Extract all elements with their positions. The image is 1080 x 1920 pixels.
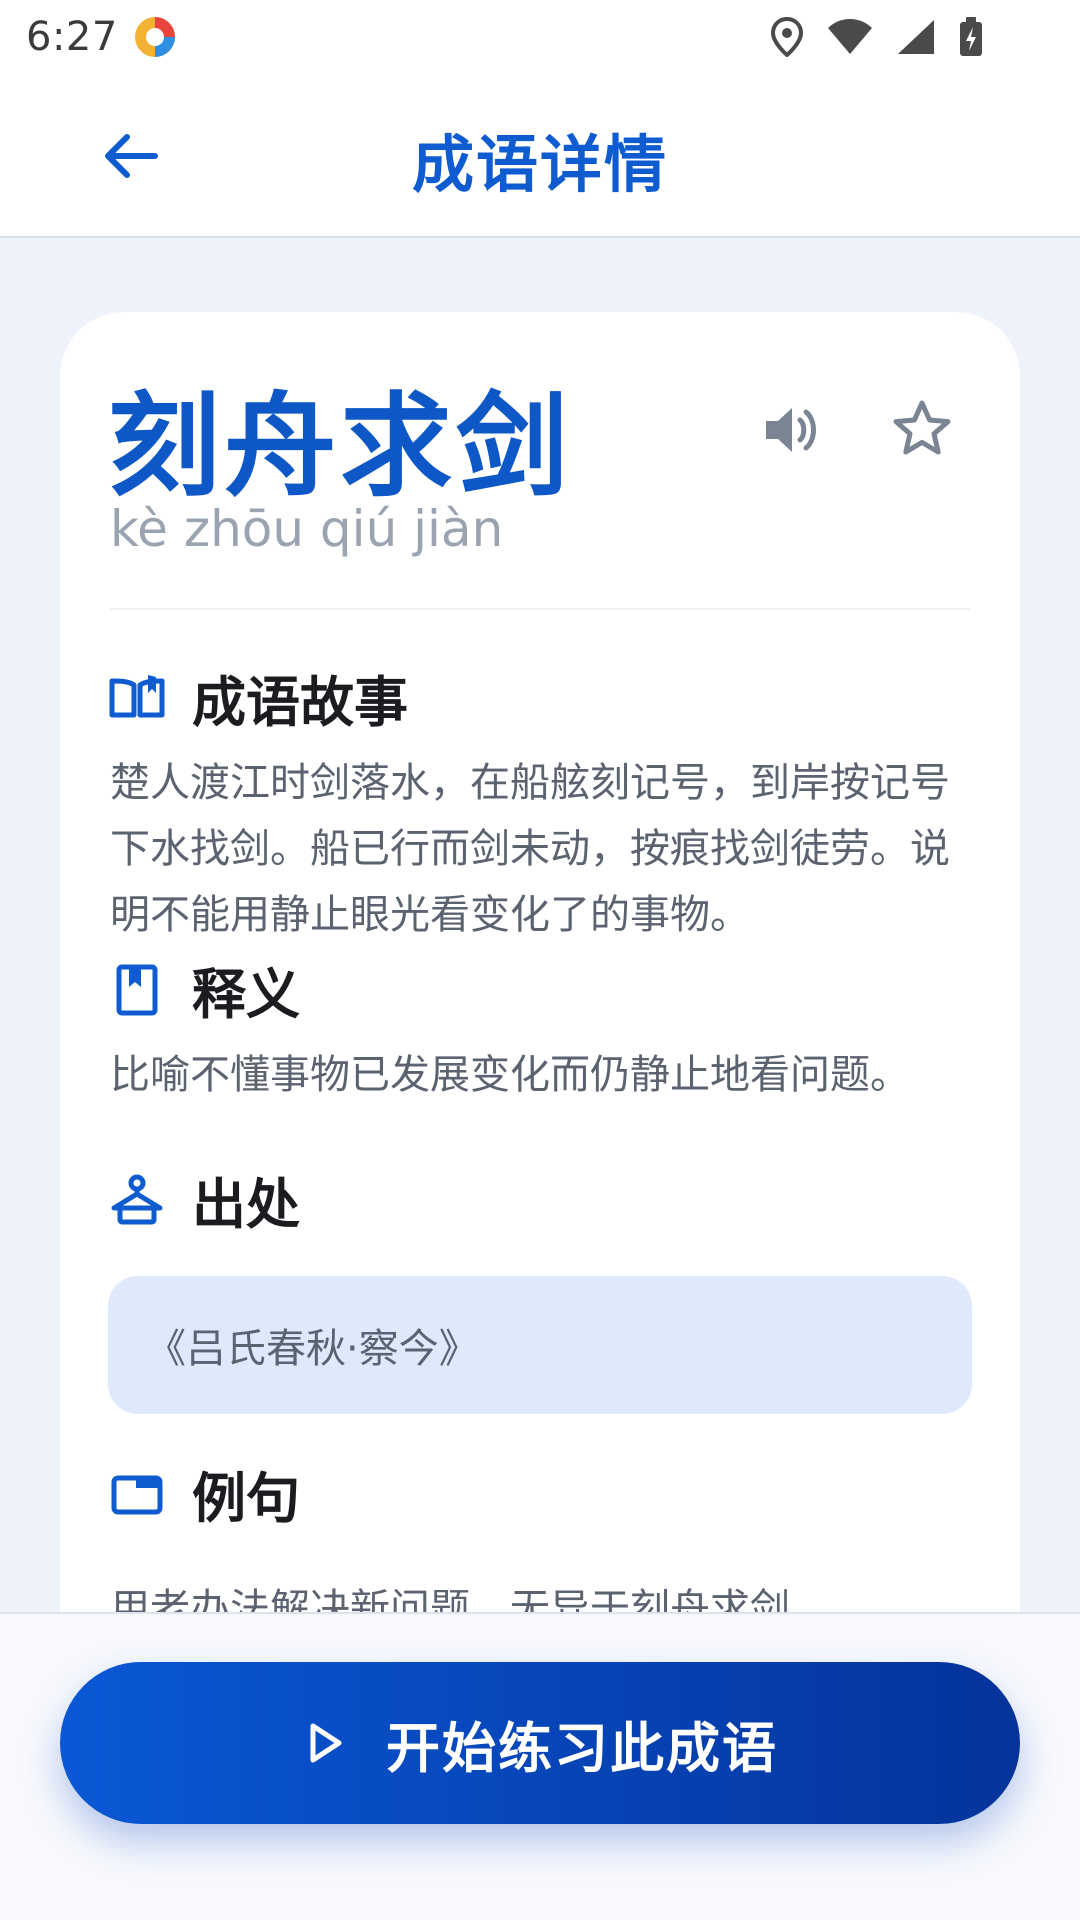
start-practice-label: 开始练习此成语 — [386, 1716, 778, 1780]
section-story-title: 成语故事 — [192, 671, 408, 734]
story-text: 楚人渡江时剑落水，在船舷刻记号，到岸按记号下水找剑。船已行而剑未动，按痕找剑徒劳… — [110, 760, 950, 938]
book-open-icon — [108, 669, 166, 727]
start-practice-button[interactable]: 开始练习此成语 — [60, 1662, 1020, 1824]
section-source-header: 出处 — [108, 1160, 300, 1239]
source-box: 《吕氏春秋·察今》 — [108, 1276, 972, 1414]
wifi-icon — [828, 19, 872, 54]
meaning-text: 比喻不懂事物已发展变化而仍静止地看问题。 — [110, 1052, 910, 1098]
volume-icon — [766, 408, 816, 452]
status-icons — [770, 16, 1054, 58]
idiom-title: 刻舟求剑 — [108, 382, 572, 512]
app-badge-icon — [134, 17, 175, 57]
top-app-bar: 成语详情 — [0, 74, 1080, 238]
bookmark-icon — [108, 961, 166, 1019]
section-meaning-header: 释义 — [108, 950, 300, 1029]
favorite-button[interactable] — [876, 382, 968, 474]
folder-icon — [108, 1465, 166, 1523]
play-icon — [302, 1720, 348, 1766]
idiom-pinyin: kè zhōu qiú jiàn — [110, 500, 504, 558]
section-story-header: 成语故事 — [108, 658, 408, 737]
status-bar: 6:27 — [0, 0, 1080, 74]
divider — [110, 608, 970, 610]
location-icon — [770, 17, 804, 57]
hanger-icon — [108, 1171, 166, 1229]
battery-icon — [960, 17, 982, 56]
source-text: 《吕氏春秋·察今》 — [146, 1326, 479, 1372]
status-time: 6:27 — [26, 14, 118, 60]
section-meaning-title: 释义 — [192, 963, 300, 1026]
signal-icon — [898, 20, 934, 54]
page-title: 成语详情 — [411, 128, 668, 201]
screen: 6:27 成语详情 刻舟求剑 kè zhōu qiú jiàn 成语故事 楚人渡… — [0, 0, 1080, 1920]
play-sound-button[interactable] — [746, 384, 838, 476]
idiom-detail-card: 刻舟求剑 kè zhōu qiú jiàn 成语故事 楚人渡江时剑落水，在船舷刻… — [60, 312, 1020, 1712]
section-source-title: 出处 — [192, 1173, 300, 1236]
section-example-title: 例句 — [192, 1467, 300, 1530]
star-icon — [893, 400, 951, 455]
section-example-header: 例句 — [108, 1454, 300, 1533]
